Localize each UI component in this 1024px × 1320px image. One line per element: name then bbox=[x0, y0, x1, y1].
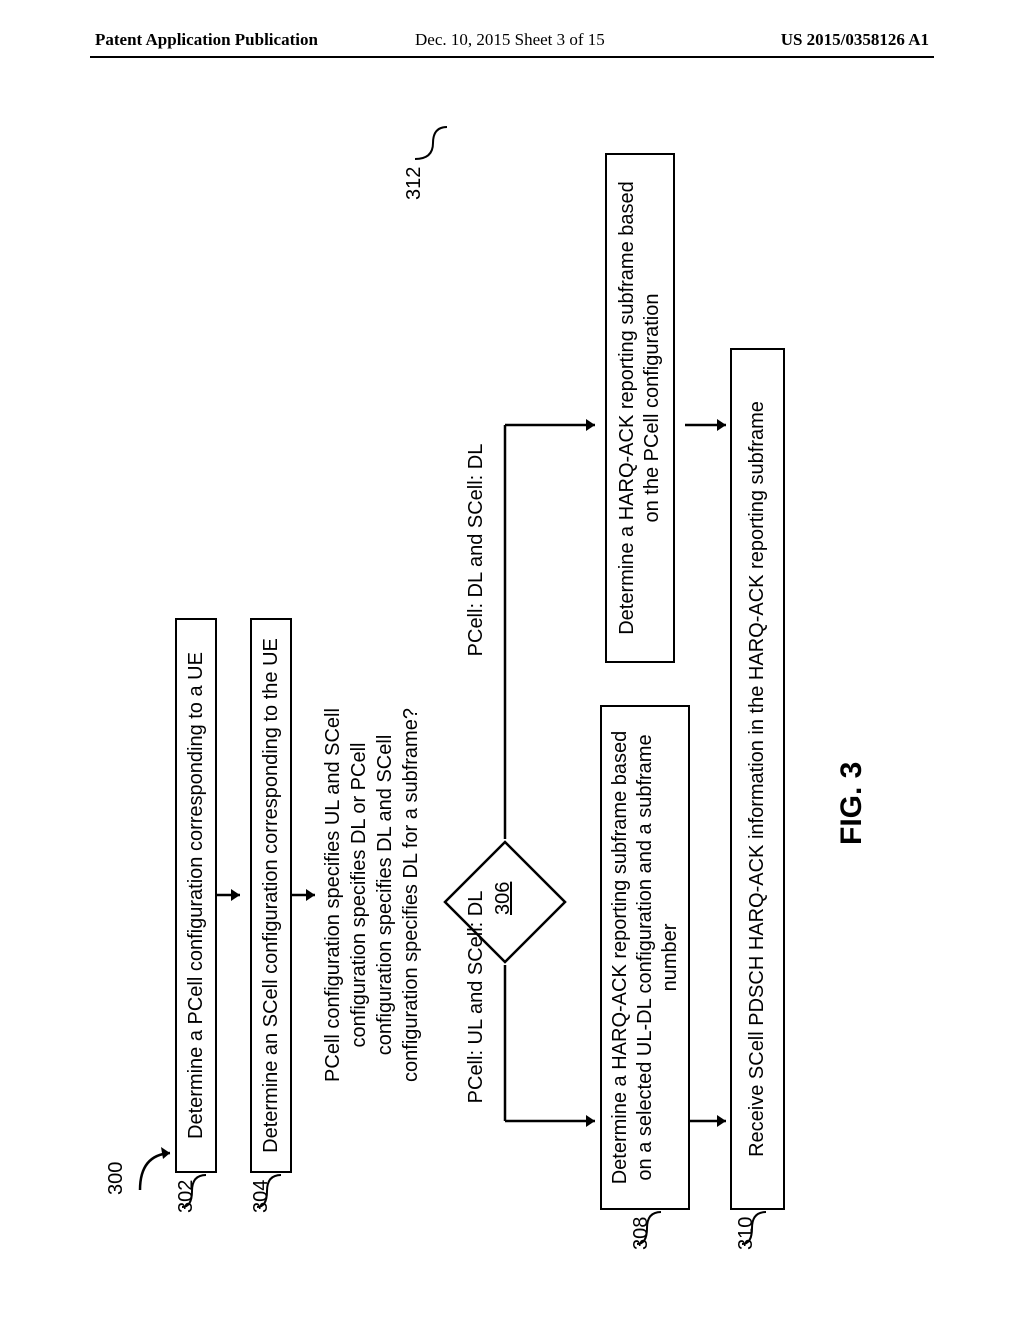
block-304: Determine an SCell configuration corresp… bbox=[250, 618, 292, 1173]
ref-312-brace bbox=[413, 125, 453, 165]
block-302: Determine a PCell configuration correspo… bbox=[175, 618, 217, 1173]
publication-type: Patent Application Publication bbox=[95, 30, 318, 50]
header-rule bbox=[90, 56, 934, 58]
figure-3-frame: 300 Determine a PCell configuration corr… bbox=[105, 125, 895, 1215]
ref-304-brace bbox=[255, 1173, 285, 1213]
publication-number: US 2015/0358126 A1 bbox=[781, 30, 929, 50]
ref-308-brace bbox=[635, 1210, 665, 1250]
ref-302-brace bbox=[180, 1173, 210, 1213]
ref-310-brace bbox=[740, 1210, 770, 1250]
diamond-branches bbox=[442, 415, 617, 1135]
figure-label: FIG. 3 bbox=[835, 735, 875, 845]
ref-312: 312 bbox=[403, 160, 428, 200]
block-310: Receive SCell PDSCH HARQ-ACK information… bbox=[730, 348, 785, 1210]
block-308: Determine a HARQ-ACK reporting subframe … bbox=[600, 705, 690, 1210]
sheet-info: Dec. 10, 2015 Sheet 3 of 15 bbox=[415, 30, 605, 50]
decision-306-text: PCell configuration specifies UL and SCe… bbox=[320, 675, 430, 1115]
ref-300: 300 bbox=[105, 1155, 130, 1195]
arrow-302-304 bbox=[217, 880, 252, 920]
block-312: Determine a HARQ-ACK reporting subframe … bbox=[605, 153, 675, 663]
